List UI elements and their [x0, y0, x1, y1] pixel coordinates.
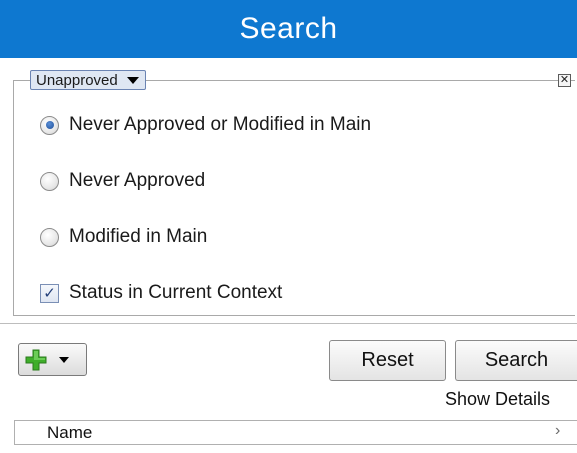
- green-plus-icon: [25, 349, 47, 370]
- radio-label: Never Approved or Modified in Main: [69, 114, 372, 135]
- radio-modified-in-main[interactable]: Modified in Main: [40, 226, 207, 248]
- results-column-header[interactable]: Name ›: [14, 420, 577, 445]
- reset-button[interactable]: Reset: [329, 340, 446, 381]
- add-criteria-button[interactable]: [18, 343, 87, 376]
- close-icon[interactable]: ✕: [558, 74, 571, 87]
- radio-label: Modified in Main: [69, 226, 208, 247]
- checkbox-label: Status in Current Context: [69, 282, 283, 303]
- radio-label: Never Approved: [69, 170, 206, 191]
- radio-button-checked[interactable]: [40, 115, 59, 135]
- page-title: Search: [239, 12, 338, 45]
- chevron-right-icon[interactable]: ›: [555, 422, 560, 440]
- chevron-down-icon: [59, 356, 69, 363]
- filter-type-value: Unapproved: [36, 71, 118, 89]
- show-details-link[interactable]: Show Details: [445, 389, 550, 410]
- search-button[interactable]: Search: [455, 340, 577, 381]
- divider: [0, 323, 577, 324]
- radio-never-approved[interactable]: Never Approved: [40, 170, 205, 192]
- criteria-group: Unapproved ✕ Never Approved or Modified …: [13, 70, 577, 316]
- search-panel: Search Unapproved ✕ Never Approved or Mo…: [0, 0, 577, 453]
- chevron-down-icon: [126, 76, 139, 84]
- filter-type-dropdown[interactable]: Unapproved: [30, 70, 146, 90]
- radio-button[interactable]: [40, 171, 59, 191]
- status-in-context-option[interactable]: ✓ Status in Current Context: [40, 282, 282, 304]
- checkmark-icon: ✓: [43, 284, 56, 302]
- column-header-name: Name: [47, 423, 93, 442]
- status-in-context-checkbox[interactable]: ✓: [40, 283, 59, 303]
- radio-button[interactable]: [40, 227, 59, 247]
- title-bar: Search: [0, 0, 577, 58]
- radio-never-approved-or-modified[interactable]: Never Approved or Modified in Main: [40, 114, 371, 136]
